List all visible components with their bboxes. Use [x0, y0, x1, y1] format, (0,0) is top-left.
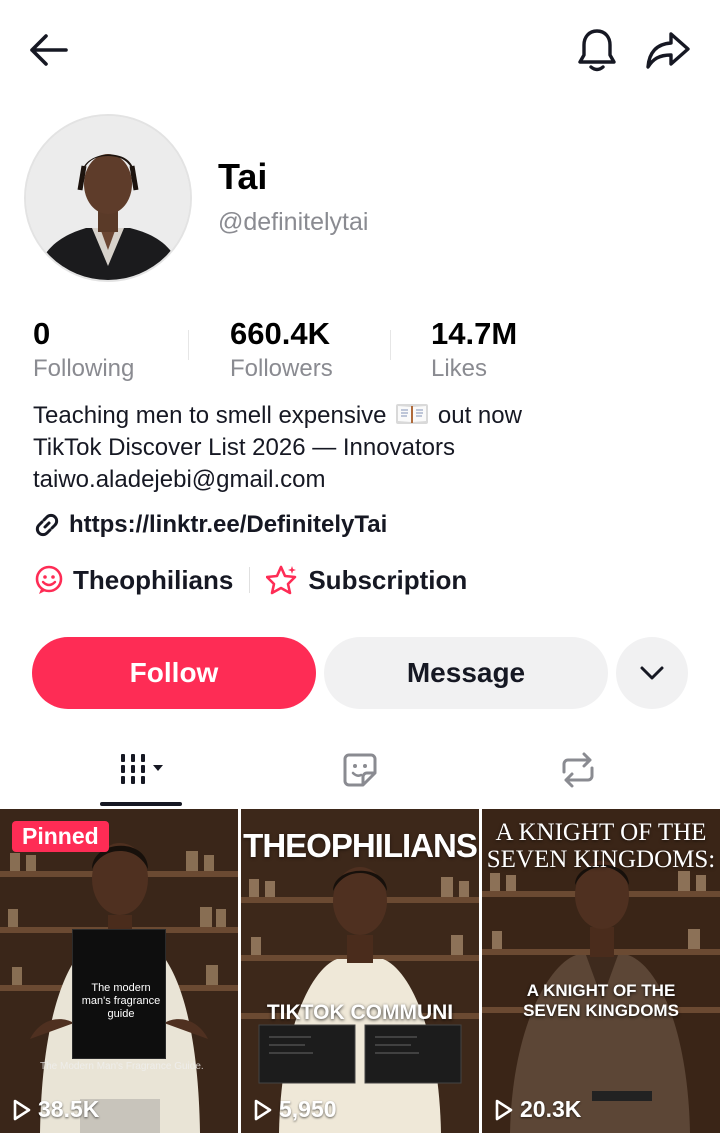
video-grid: The modern man's fragrance guide The Mod… [0, 809, 720, 1133]
video-title: A KNIGHT OF THE SEVEN KINGDOMS: [482, 819, 720, 873]
link-icon [35, 513, 59, 537]
stat-divider [188, 330, 189, 360]
video-caption: The Modern Man's Fragrance Guide. [40, 1061, 204, 1072]
chip-label: Subscription [308, 564, 468, 595]
content-tabs [0, 738, 720, 810]
chip-label: Theophilians [73, 564, 234, 595]
active-tab-indicator [100, 802, 182, 806]
book-cover: The modern man's fragrance guide [72, 929, 166, 1059]
stat-label: Following [33, 355, 135, 382]
tab-reposts[interactable] [538, 738, 618, 802]
community-icon [35, 565, 63, 594]
video-subtitle: A KNIGHT OF THE SEVEN KINGDOMS [482, 981, 720, 1021]
stat-value: 660.4K [230, 316, 330, 351]
video-title-line: SEVEN KINGDOMS: [486, 846, 716, 873]
bio-line-2: TikTok Discover List 2026 — Innovators [33, 434, 455, 461]
avatar[interactable] [24, 114, 192, 282]
bio-line-1: Teaching men to smell expensive out now [33, 400, 522, 432]
stat-value: 0 [33, 316, 51, 351]
stat-label: Followers [230, 355, 333, 382]
stat-followers[interactable]: 660.4K Followers [230, 316, 333, 386]
stat-following[interactable]: 0 Following [33, 316, 134, 386]
arrow-left-icon [30, 34, 68, 66]
bell-icon [578, 29, 616, 72]
view-count-value: 38.5K [38, 1096, 100, 1122]
grid-videos-icon [121, 754, 163, 784]
play-icon [495, 1099, 513, 1120]
stat-divider [390, 330, 391, 360]
video-title-line: A KNIGHT OF THE [495, 819, 707, 846]
stat-label: Likes [431, 355, 488, 382]
more-button[interactable] [616, 637, 688, 709]
view-count-value: 20.3K [520, 1096, 582, 1122]
message-button[interactable]: Message [324, 637, 608, 709]
repost-icon [562, 752, 594, 788]
display-name: Tai [218, 156, 268, 197]
sticker-icon [343, 753, 377, 787]
play-icon [254, 1099, 272, 1120]
chip-subscription[interactable]: Subscription [266, 564, 467, 596]
follow-button[interactable]: Follow [32, 637, 316, 709]
video-subtitle: TIKTOK COMMUNI [266, 1001, 454, 1024]
bio: Teaching men to smell expensive out now … [33, 400, 522, 496]
subscription-star-icon [266, 565, 297, 595]
bio-text: out now [437, 402, 522, 429]
view-count: 5,950 [253, 1096, 337, 1123]
chevron-down-icon [640, 666, 664, 680]
profile-chips: Theophilians Subscription [33, 564, 467, 596]
pinned-badge: Pinned [12, 821, 109, 852]
play-icon [13, 1099, 31, 1120]
notifications-button[interactable] [572, 24, 622, 76]
back-button[interactable] [22, 26, 74, 74]
view-count: 38.5K [12, 1096, 99, 1123]
profile-photo [26, 116, 190, 280]
username: @definitelytai [218, 208, 369, 236]
chip-divider [249, 567, 251, 593]
open-book-emoji [396, 404, 429, 424]
bio-email: taiwo.aladejebi@gmail.com [33, 466, 326, 493]
video-thumbnail[interactable]: THEOPHILIANS TIKTOK COMMUNI 5,950 [241, 809, 479, 1133]
top-bar [0, 0, 720, 100]
share-button[interactable] [640, 24, 696, 76]
view-count: 20.3K [494, 1096, 581, 1123]
video-title: THEOPHILIANS [243, 827, 478, 864]
profile-link-text: https://linktr.ee/DefinitelyTai [69, 511, 388, 538]
view-count-value: 5,950 [279, 1096, 337, 1122]
video-subtitle-line: A KNIGHT OF THE [526, 981, 676, 1000]
profile-link[interactable]: https://linktr.ee/DefinitelyTai [33, 511, 387, 539]
tab-videos[interactable] [100, 738, 182, 802]
video-subtitle-line: SEVEN KINGDOMS [523, 1001, 679, 1020]
chip-theophilians[interactable]: Theophilians [33, 564, 233, 596]
book-title: The modern man's fragrance guide [81, 982, 161, 1020]
video-thumbnail[interactable]: A KNIGHT OF THE SEVEN KINGDOMS: A KNIGHT… [482, 809, 720, 1133]
stat-likes[interactable]: 14.7M Likes [431, 316, 517, 386]
stat-value: 14.7M [431, 316, 518, 351]
video-thumbnail[interactable]: The modern man's fragrance guide The Mod… [0, 809, 238, 1133]
share-arrow-icon [646, 32, 690, 69]
bio-text: Teaching men to smell expensive [33, 402, 387, 429]
profile-stats: 0 Following 660.4K Followers 14.7M Likes [33, 316, 693, 386]
tab-stickers[interactable] [320, 738, 400, 802]
